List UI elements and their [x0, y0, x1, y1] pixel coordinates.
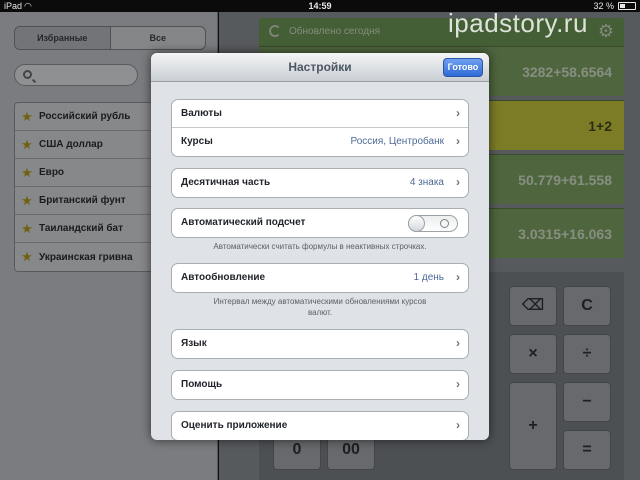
- modal-navbar: Настройки Готово: [151, 53, 489, 82]
- chevron-right-icon: ›: [456, 418, 460, 432]
- settings-modal: Настройки Готово Валюты › Курсы Россия, …: [151, 53, 489, 440]
- watermark: ipadstory.ru: [448, 8, 588, 38]
- settings-group-autoupdate: Автообновление 1 день ›: [171, 263, 469, 293]
- chevron-right-icon: ›: [456, 336, 460, 350]
- toggle-knob: [408, 215, 425, 232]
- cell-label: Валюты: [181, 108, 222, 119]
- decimal-cell[interactable]: Десятичная часть 4 знака ›: [172, 169, 468, 197]
- cell-value: 4 знака: [409, 177, 444, 188]
- cell-label: Помощь: [181, 379, 223, 390]
- settings-group-rate: Оценить приложение ›: [171, 411, 469, 440]
- rates-cell[interactable]: Курсы Россия, Центробанк ›: [172, 128, 468, 156]
- chevron-right-icon: ›: [456, 106, 460, 120]
- chevron-right-icon: ›: [456, 134, 460, 148]
- currencies-cell[interactable]: Валюты ›: [172, 100, 468, 128]
- settings-group-autocalc: Автоматический подсчет: [171, 208, 469, 238]
- chevron-right-icon: ›: [456, 175, 460, 189]
- battery-percent: 32 %: [593, 1, 614, 11]
- cell-label: Автообновление: [181, 272, 266, 283]
- language-cell[interactable]: Язык ›: [172, 330, 468, 358]
- cell-label: Курсы: [181, 136, 213, 147]
- settings-group-decimal: Десятичная часть 4 знака ›: [171, 168, 469, 198]
- autocalc-note: Автоматически считать формулы в неактивн…: [213, 242, 427, 251]
- settings-group-language: Язык ›: [171, 329, 469, 359]
- cell-label: Десятичная часть: [181, 177, 271, 188]
- cell-label: Язык: [181, 338, 207, 349]
- rate-app-cell[interactable]: Оценить приложение ›: [172, 412, 468, 440]
- toggle-off-icon: [440, 219, 449, 228]
- battery-icon: [618, 2, 636, 10]
- settings-group-currencies: Валюты › Курсы Россия, Центробанк ›: [171, 99, 469, 157]
- autoupdate-note: Интервал между автоматическими обновлени…: [213, 297, 427, 317]
- cell-label: Автоматический подсчет: [181, 217, 306, 228]
- chevron-right-icon: ›: [456, 377, 460, 391]
- cell-value: Россия, Центробанк: [350, 136, 445, 147]
- help-cell[interactable]: Помощь ›: [172, 371, 468, 399]
- autocalc-cell: Автоматический подсчет: [172, 209, 468, 237]
- cell-value: 1 день: [413, 272, 444, 283]
- modal-title: Настройки: [288, 60, 352, 74]
- settings-group-help: Помощь ›: [171, 370, 469, 400]
- autoupdate-cell[interactable]: Автообновление 1 день ›: [172, 264, 468, 292]
- done-button[interactable]: Готово: [443, 58, 483, 77]
- cell-label: Оценить приложение: [181, 420, 288, 431]
- autocalc-toggle[interactable]: [408, 215, 458, 232]
- chevron-right-icon: ›: [456, 270, 460, 284]
